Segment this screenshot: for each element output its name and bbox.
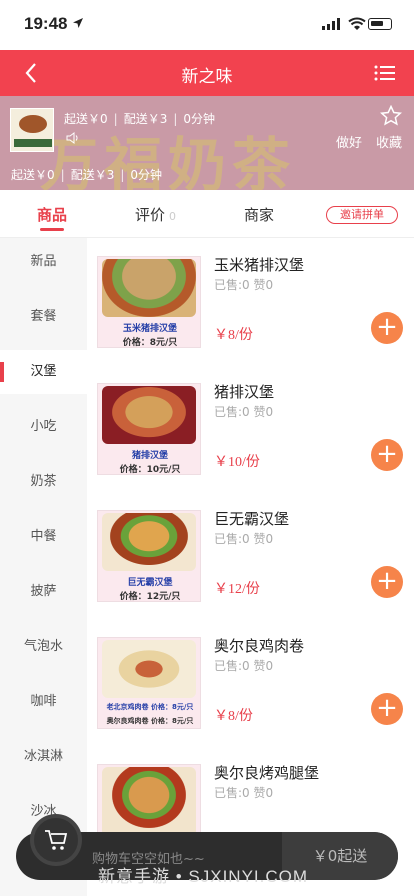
category-item[interactable]: 气泡水 — [0, 625, 87, 669]
good-label: 做好 — [336, 136, 363, 151]
add-to-cart-button[interactable]: + — [371, 693, 403, 725]
food-name: 猪排汉堡 — [214, 383, 275, 401]
delivery-time: 0分钟 — [183, 112, 216, 126]
food-image-caption: 猪排汉堡 — [131, 451, 168, 461]
category-item[interactable]: 新品 — [0, 240, 87, 284]
tab-goods-label: 商品 — [37, 206, 68, 224]
status-time: 19:48 — [24, 14, 68, 33]
food-image: 猪排汉堡 价格：10元/只 — [97, 383, 201, 475]
food-price: ￥12/份 — [214, 582, 260, 597]
tab-merchant-label: 商家 — [244, 206, 275, 224]
food-item[interactable]: 猪排汉堡 价格：10元/只 猪排汉堡 已售:0 赞0 ￥10/份 + — [87, 365, 414, 492]
category-item[interactable]: 小吃 — [0, 405, 87, 449]
food-image-price-caption: 价格：12元/只 — [119, 592, 181, 602]
food-image-price-caption: 价格：8元/只 — [122, 338, 178, 348]
food-sales: 已售:0 赞0 — [214, 278, 274, 292]
wifi-icon — [348, 17, 366, 30]
status-bar: 19:48 — [0, 0, 414, 50]
nav-bar: 新之味 — [0, 50, 414, 96]
cart-icon — [45, 830, 68, 850]
food-price: ￥10/份 — [214, 455, 260, 470]
food-sales: 已售:0 赞0 — [214, 532, 274, 546]
add-to-cart-button[interactable]: + — [371, 566, 403, 598]
food-sales: 已售:0 赞0 — [214, 405, 274, 419]
food-image: 老北京鸡肉卷 价格：8元/只 奥尔良鸡肉卷 价格：8元/只 — [97, 637, 201, 729]
cart-button[interactable] — [30, 814, 82, 866]
min-order-secondary: 起送￥0 — [11, 168, 55, 182]
food-image-caption: 老北京鸡肉卷 价格：8元/只 — [106, 703, 194, 711]
food-price: ￥8/份 — [214, 709, 253, 724]
category-item[interactable]: 冰淇淋 — [0, 735, 87, 779]
delivery-fee: 配送￥3 — [123, 112, 168, 126]
food-price: ￥8/份 — [214, 328, 253, 343]
list-menu-icon[interactable] — [374, 64, 396, 82]
tab-reviews[interactable]: 评价 0 — [135, 204, 176, 225]
location-arrow-icon — [73, 18, 83, 28]
food-image-caption: 巨无霸汉堡 — [127, 578, 173, 588]
food-image-price-caption: 价格：10元/只 — [119, 465, 181, 475]
watermark: 新意手游 • SJXINYI.COM — [98, 867, 309, 886]
delivery-fee-secondary: 配送￥3 — [70, 168, 115, 182]
min-order: 起送￥0 — [64, 112, 108, 126]
add-to-cart-button[interactable]: + — [371, 312, 403, 344]
food-image-price-caption: 奥尔良鸡肉卷 价格：8元/只 — [106, 717, 194, 725]
food-item[interactable]: 巨无霸汉堡 价格：12元/只 巨无霸汉堡 已售:0 赞0 ￥12/份 + — [87, 492, 414, 619]
tab-active-indicator — [40, 228, 64, 231]
food-item[interactable]: 玉米猪排汉堡 价格：8元/只 玉米猪排汉堡 已售:0 赞0 ￥8/份 + — [87, 238, 414, 365]
delivery-time-secondary: 0分钟 — [130, 168, 163, 182]
battery-icon — [368, 18, 392, 30]
tab-merchant[interactable]: 商家 — [244, 204, 274, 225]
add-to-cart-button[interactable]: + — [371, 439, 403, 471]
food-image: 玉米猪排汉堡 价格：8元/只 — [97, 256, 201, 348]
food-name: 奥尔良鸡肉卷 — [214, 637, 305, 655]
food-sales: 已售:0 赞0 — [214, 786, 274, 800]
invite-group-order-button[interactable]: 邀请拼单 — [326, 206, 398, 224]
tab-reviews-label: 评价 — [135, 206, 166, 224]
review-count: 0 — [169, 210, 177, 223]
star-icon[interactable] — [380, 105, 402, 127]
tab-goods[interactable]: 商品 — [37, 204, 67, 225]
cellular-signal-icon — [322, 18, 340, 30]
category-item[interactable]: 奶茶 — [0, 460, 87, 504]
speaker-icon — [66, 132, 78, 144]
page-title: 新之味 — [181, 67, 233, 87]
favorite-button[interactable]: 收藏 — [376, 132, 402, 151]
shop-banner: 万福奶茶 起送￥0 | 配送￥3 | 0分钟 起送￥0 | 配送￥3 | 0分钟 做好 收藏 — [0, 96, 414, 190]
shop-info-row: 起送￥0 | 配送￥3 | 0分钟 — [64, 112, 216, 126]
food-image: 巨无霸汉堡 价格：12元/只 — [97, 510, 201, 602]
category-item[interactable]: 套餐 — [0, 295, 87, 339]
shop-logo — [10, 108, 54, 152]
category-item[interactable]: 披萨 — [0, 570, 87, 614]
food-image-caption: 玉米猪排汉堡 — [122, 324, 177, 334]
category-item[interactable]: 中餐 — [0, 515, 87, 559]
food-sales: 已售:0 赞0 — [214, 659, 274, 673]
food-name: 巨无霸汉堡 — [214, 510, 290, 528]
category-item[interactable]: 咖啡 — [0, 680, 87, 724]
shop-info-row-secondary: 起送￥0 | 配送￥3 | 0分钟 — [11, 168, 163, 182]
food-name: 玉米猪排汉堡 — [214, 256, 305, 274]
category-item-active[interactable]: 汉堡 — [0, 350, 87, 394]
food-name: 奥尔良烤鸡腿堡 — [214, 764, 320, 782]
food-item[interactable]: 老北京鸡肉卷 价格：8元/只 奥尔良鸡肉卷 价格：8元/只 奥尔良鸡肉卷 已售:… — [87, 619, 414, 746]
category-sidebar: 新品 套餐 汉堡 小吃 奶茶 中餐 披萨 气泡水 咖啡 冰淇淋 沙冰 — [0, 238, 87, 896]
